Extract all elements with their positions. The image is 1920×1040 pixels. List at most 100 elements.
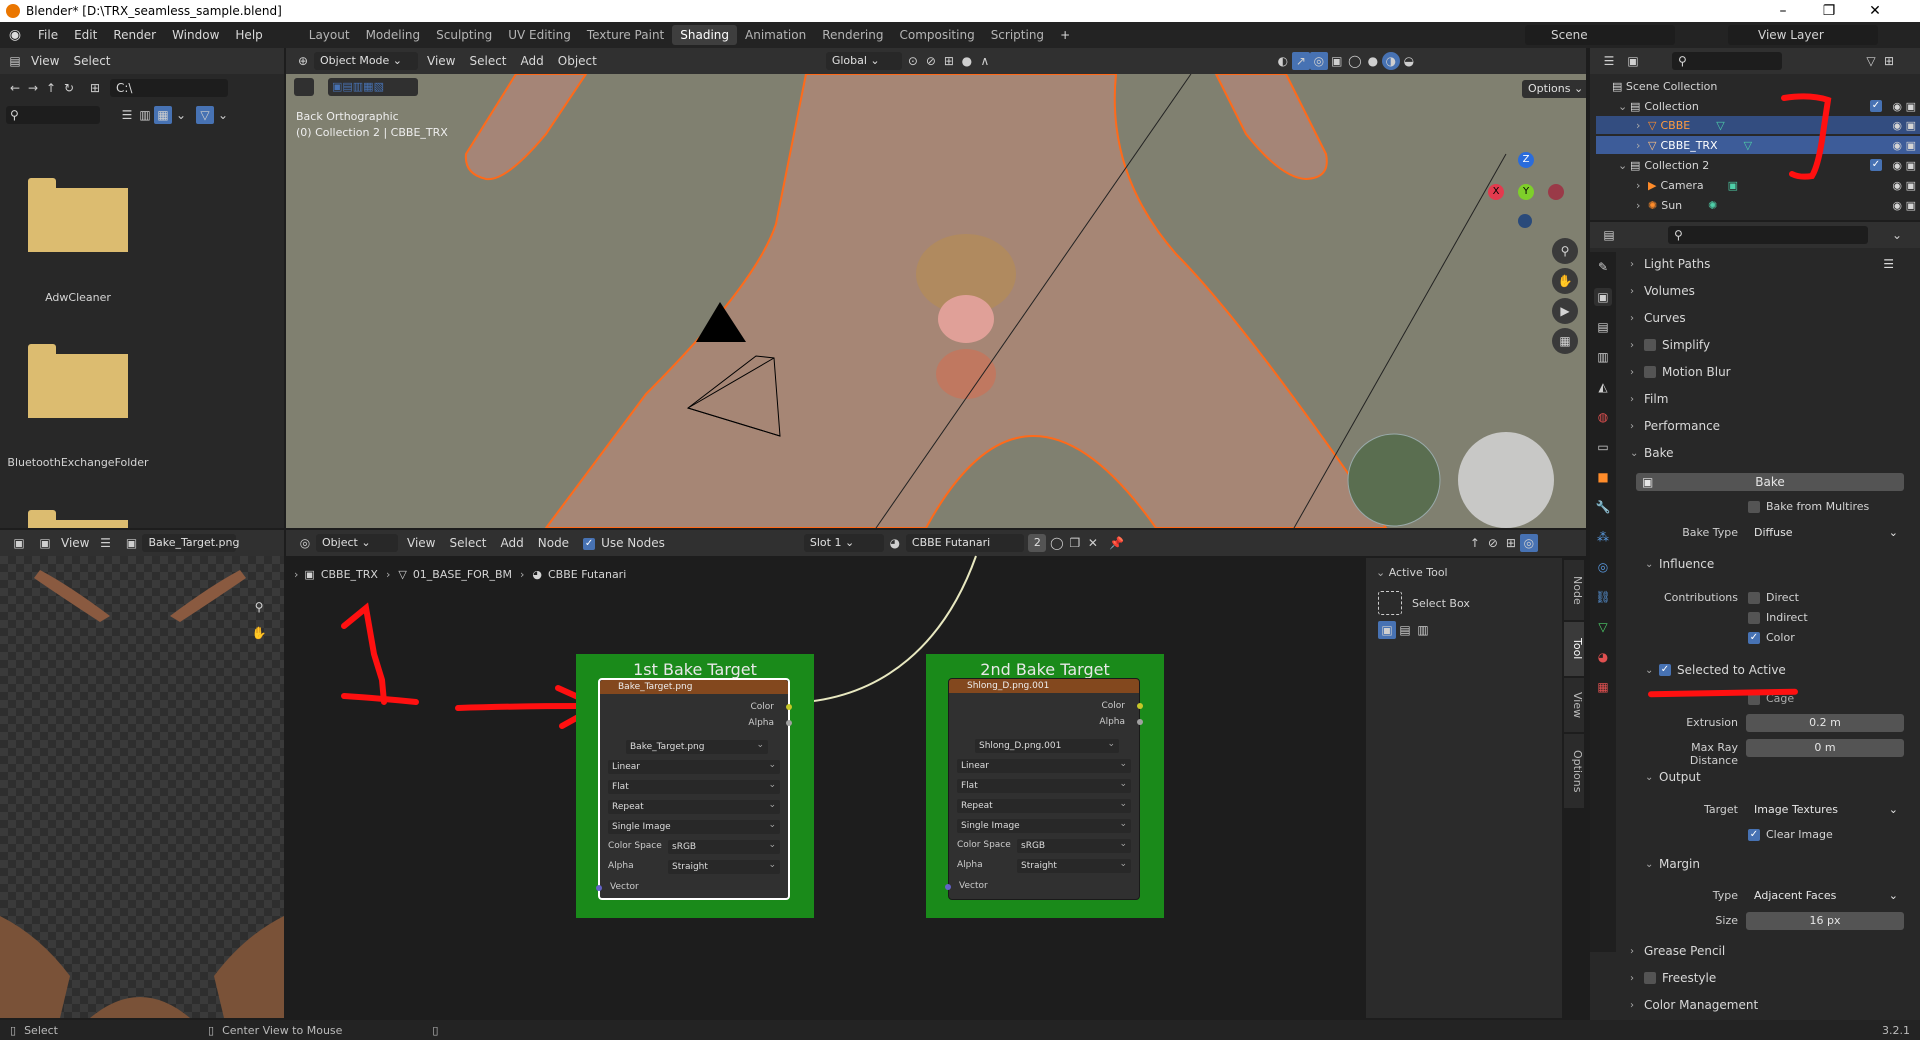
collection-tab-icon[interactable]: ▭ bbox=[1594, 438, 1612, 456]
direct-option[interactable]: Direct bbox=[1748, 591, 1799, 604]
image-selector[interactable]: Shlong_D.png.001 bbox=[975, 737, 1119, 753]
panel-film[interactable]: › Film bbox=[1630, 388, 1910, 410]
editor-type-icon[interactable]: ⊕ bbox=[294, 52, 312, 70]
material-tab-icon[interactable]: ◕ bbox=[1594, 648, 1612, 666]
view-mode-icon[interactable]: ▣ bbox=[36, 534, 54, 552]
eye-icon[interactable]: ◉ bbox=[1892, 139, 1902, 152]
scene-selector[interactable]: Scene bbox=[1525, 25, 1675, 45]
select-box-tool-icon[interactable] bbox=[1378, 591, 1402, 615]
fb-menu-select[interactable]: Select bbox=[66, 54, 117, 68]
extension-dropdown[interactable]: Repeat bbox=[957, 797, 1131, 813]
filter-dropdown-icon[interactable]: ⌄ bbox=[214, 106, 232, 124]
outliner-item-camera[interactable]: › ▶ Camera ▣ ◉ ▣ bbox=[1596, 176, 1920, 194]
menu-render[interactable]: Render bbox=[105, 28, 164, 42]
folder-item[interactable] bbox=[28, 344, 128, 424]
vp-menu-select[interactable]: Select bbox=[462, 54, 513, 68]
select-new-icon[interactable]: ▣ bbox=[1378, 621, 1396, 639]
maximize-icon[interactable]: ❐ bbox=[1806, 0, 1852, 22]
tab-compositing[interactable]: Compositing bbox=[891, 25, 982, 45]
color-checkbox[interactable]: ✓ bbox=[1748, 632, 1760, 644]
tab-animation[interactable]: Animation bbox=[737, 25, 814, 45]
visibility-icon[interactable]: ◐ bbox=[1274, 52, 1292, 70]
camera-render-icon[interactable]: ▣ bbox=[1906, 199, 1916, 212]
3d-viewport[interactable]: ⊕ Object Mode ⌄ View Select Add Object G… bbox=[286, 48, 1586, 528]
clear-image-checkbox[interactable]: ✓ bbox=[1748, 829, 1760, 841]
scene-collection-row[interactable]: ▤ Scene Collection bbox=[1612, 80, 1717, 93]
projection-dropdown[interactable]: Flat bbox=[608, 778, 780, 794]
list-horizontal-icon[interactable]: ▥ bbox=[136, 106, 154, 124]
data-tab-icon[interactable]: ▽ bbox=[1594, 618, 1612, 636]
panel-margin[interactable]: ⌄ Margin bbox=[1645, 853, 1920, 875]
render-tab-icon[interactable]: ▣ bbox=[1594, 288, 1612, 306]
indirect-option[interactable]: Indirect bbox=[1748, 611, 1808, 624]
exclude-checkbox[interactable]: ✓ bbox=[1870, 159, 1882, 171]
menu-window[interactable]: Window bbox=[164, 28, 227, 42]
selected-to-active-checkbox[interactable]: ✓ bbox=[1659, 664, 1671, 676]
image-name-field[interactable]: Bake_Target.png bbox=[142, 534, 239, 552]
ie-menu-view[interactable]: View bbox=[54, 536, 96, 550]
minimize-icon[interactable]: – bbox=[1760, 0, 1806, 22]
mode-dropdown[interactable]: Object Mode ⌄ bbox=[314, 52, 418, 70]
thumbnails-icon[interactable]: ▦ bbox=[154, 106, 172, 124]
interpolation-dropdown[interactable]: Linear bbox=[957, 757, 1131, 773]
outliner-item-collection[interactable]: ⌄ ▤ Collection ✓ ◉ ▣ bbox=[1596, 97, 1920, 115]
new-collection-icon[interactable]: ⊞ bbox=[1880, 52, 1898, 70]
select-extend-icon[interactable]: ▤ bbox=[1396, 621, 1414, 639]
camera-render-icon[interactable]: ▣ bbox=[1906, 100, 1916, 113]
display-mode-icon[interactable]: ▣ bbox=[1624, 52, 1642, 70]
modifier-tab-icon[interactable]: 🔧 bbox=[1594, 498, 1612, 516]
alpha-mode-dropdown[interactable]: Straight bbox=[668, 858, 780, 874]
editor-type-icon[interactable]: ☰ bbox=[1600, 52, 1618, 70]
frame-1st-bake-target[interactable]: 1st Bake Target Bake_Target.png Color Al… bbox=[576, 654, 814, 918]
alpha-mode-dropdown[interactable]: Straight bbox=[1017, 857, 1131, 873]
projection-dropdown[interactable]: Flat bbox=[957, 777, 1131, 793]
outliner-item-sun[interactable]: › ✺ Sun ✺ ◉ ▣ bbox=[1596, 196, 1920, 214]
sidebar-tab-tool[interactable]: Tool bbox=[1564, 622, 1584, 676]
color-space-dropdown[interactable]: sRGB bbox=[1017, 837, 1131, 853]
material-shading-icon[interactable]: ◑ bbox=[1381, 52, 1400, 70]
pivot-icon[interactable]: ⊙ bbox=[904, 52, 922, 70]
eye-icon[interactable]: ◉ bbox=[1892, 100, 1902, 113]
back-icon[interactable]: ← bbox=[6, 79, 24, 97]
particles-tab-icon[interactable]: ⁂ bbox=[1594, 528, 1612, 546]
solid-shading-icon[interactable]: ● bbox=[1364, 52, 1382, 70]
panel-color-management[interactable]: › Color Management bbox=[1630, 994, 1910, 1016]
panel-curves[interactable]: › Curves bbox=[1630, 307, 1910, 329]
panel-performance[interactable]: › Performance bbox=[1630, 415, 1910, 437]
sort-dropdown-icon[interactable]: ⌄ bbox=[172, 106, 190, 124]
filter-icon[interactable]: ▽ bbox=[196, 106, 214, 124]
tool-tab-icon[interactable]: ✎ bbox=[1594, 258, 1612, 276]
editor-type-icon[interactable]: ▤ bbox=[1600, 226, 1618, 244]
world-tab-icon[interactable]: ◍ bbox=[1594, 408, 1612, 426]
pan-hand-icon[interactable]: ✋ bbox=[1552, 268, 1578, 294]
gizmo-y-axis[interactable]: Y bbox=[1518, 184, 1534, 200]
panel-volumes[interactable]: › Volumes bbox=[1630, 280, 1910, 302]
frame-2nd-bake-target[interactable]: 2nd Bake Target Shlong_D.png.001 Color A… bbox=[926, 654, 1164, 918]
vector-socket[interactable] bbox=[945, 884, 951, 890]
tab-layout[interactable]: Layout bbox=[301, 25, 358, 45]
tab-shading[interactable]: Shading bbox=[672, 25, 737, 45]
color-option[interactable]: ✓ Color bbox=[1748, 631, 1795, 644]
vector-socket[interactable] bbox=[596, 885, 602, 891]
proportional-edit-icon[interactable]: ● bbox=[958, 52, 976, 70]
gizmo-z-axis[interactable]: Z bbox=[1518, 152, 1534, 168]
interpolation-dropdown[interactable]: Linear bbox=[608, 758, 780, 774]
camera-render-icon[interactable]: ▣ bbox=[1906, 139, 1916, 152]
menu-edit[interactable]: Edit bbox=[66, 28, 105, 42]
camera-render-icon[interactable]: ▣ bbox=[1906, 179, 1916, 192]
folder-item[interactable] bbox=[28, 178, 128, 258]
menu-file[interactable]: File bbox=[30, 28, 66, 42]
camera-render-icon[interactable]: ▣ bbox=[1906, 119, 1916, 132]
panel-influence[interactable]: ⌄ Influence bbox=[1645, 553, 1920, 575]
direct-checkbox[interactable] bbox=[1748, 592, 1760, 604]
gizmo-toggle-icon[interactable]: ↗ bbox=[1291, 52, 1310, 70]
gizmo-neg-z-axis[interactable] bbox=[1518, 214, 1532, 228]
tab-scripting[interactable]: Scripting bbox=[983, 25, 1052, 45]
physics-tab-icon[interactable]: ◎ bbox=[1594, 558, 1612, 576]
menu-hamburger-icon[interactable]: ☰ bbox=[96, 534, 114, 552]
extension-dropdown[interactable]: Repeat bbox=[608, 798, 780, 814]
filter-icon[interactable]: ▽ bbox=[1862, 52, 1880, 70]
wireframe-shading-icon[interactable]: ◯ bbox=[1346, 52, 1364, 70]
eye-icon[interactable]: ◉ bbox=[1892, 179, 1902, 192]
refresh-icon[interactable]: ↻ bbox=[60, 79, 78, 97]
